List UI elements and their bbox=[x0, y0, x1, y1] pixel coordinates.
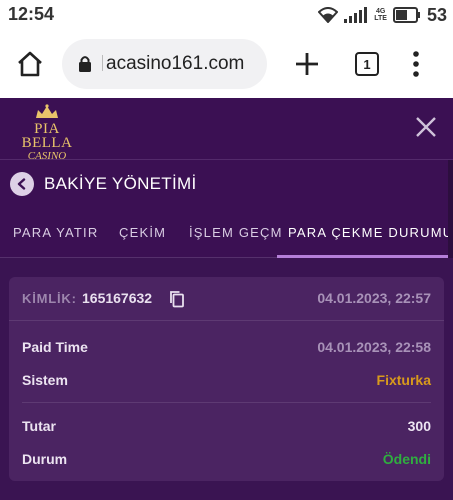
network-gen: 4G bbox=[375, 8, 386, 15]
network-type-label: 4G LTE bbox=[374, 8, 387, 22]
chevron-left-icon bbox=[17, 178, 26, 190]
id-label: KİMLİK: bbox=[22, 291, 77, 306]
home-icon[interactable] bbox=[16, 50, 44, 78]
tab-cekim[interactable]: ÇEKİM bbox=[119, 225, 166, 240]
created-date: 04.01.2023, 22:57 bbox=[317, 290, 431, 306]
brand-logo[interactable]: PIA BELLA CASINO bbox=[8, 102, 86, 162]
id-value: 165167632 bbox=[82, 290, 153, 306]
transaction-card-header: KİMLİK: 165167632 04.01.2023, 22:57 bbox=[9, 277, 444, 321]
tab-count: 1 bbox=[363, 56, 371, 72]
transaction-card: KİMLİK: 165167632 04.01.2023, 22:57 Paid… bbox=[9, 277, 444, 481]
status-icons: 4G LTE 53 bbox=[318, 3, 447, 27]
page-title-row: BAKİYE YÖNETİMİ bbox=[0, 160, 453, 208]
app-header: PIA BELLA CASINO bbox=[0, 98, 453, 162]
crown-horse-icon bbox=[36, 104, 58, 118]
wifi-icon bbox=[318, 7, 339, 23]
durum-label: Durum bbox=[22, 451, 68, 467]
battery-icon bbox=[392, 7, 420, 23]
url-text: acasino161.com bbox=[102, 53, 244, 75]
row-divider bbox=[22, 402, 431, 403]
tabs-button[interactable]: 1 bbox=[355, 52, 379, 76]
lock-icon bbox=[79, 56, 91, 72]
back-button[interactable] bbox=[10, 172, 34, 196]
tutar-label: Tutar bbox=[22, 418, 56, 434]
copy-icon[interactable] bbox=[169, 290, 185, 308]
tab-para-yatir[interactable]: PARA YATIR bbox=[13, 225, 98, 240]
browser-toolbar: acasino161.com 1 bbox=[0, 30, 453, 98]
close-icon[interactable] bbox=[415, 116, 437, 138]
more-vert-icon[interactable] bbox=[408, 50, 424, 78]
tab-bar: PARA YATIR ÇEKİM İŞLEM GEÇM PARA ÇEKME D… bbox=[0, 208, 453, 258]
tutar-value: 300 bbox=[407, 418, 431, 434]
signal-icon bbox=[344, 7, 368, 23]
sistem-label: Sistem bbox=[22, 372, 68, 388]
address-bar[interactable]: acasino161.com bbox=[62, 39, 267, 89]
tab-para-cekme-durumu[interactable]: PARA ÇEKME DURUMU bbox=[288, 225, 453, 240]
status-bar: 12:54 4G LTE 53 bbox=[0, 0, 453, 30]
paid-time-label: Paid Time bbox=[22, 339, 88, 355]
logo-text-top: PIA BELLA bbox=[21, 121, 73, 151]
network-lte: LTE bbox=[374, 15, 387, 22]
sistem-value: Fixturka bbox=[376, 372, 431, 388]
page-title: BAKİYE YÖNETİMİ bbox=[44, 174, 197, 193]
main-content: KİMLİK: 165167632 04.01.2023, 22:57 Paid… bbox=[0, 258, 453, 500]
paid-time-value: 04.01.2023, 22:58 bbox=[317, 339, 431, 355]
status-time: 12:54 bbox=[8, 4, 55, 24]
battery-percent: 53 bbox=[426, 4, 447, 25]
plus-icon[interactable] bbox=[293, 50, 321, 78]
durum-value: Ödendi bbox=[382, 451, 431, 467]
tab-islem-gecmisi[interactable]: İŞLEM GEÇM bbox=[189, 225, 283, 240]
